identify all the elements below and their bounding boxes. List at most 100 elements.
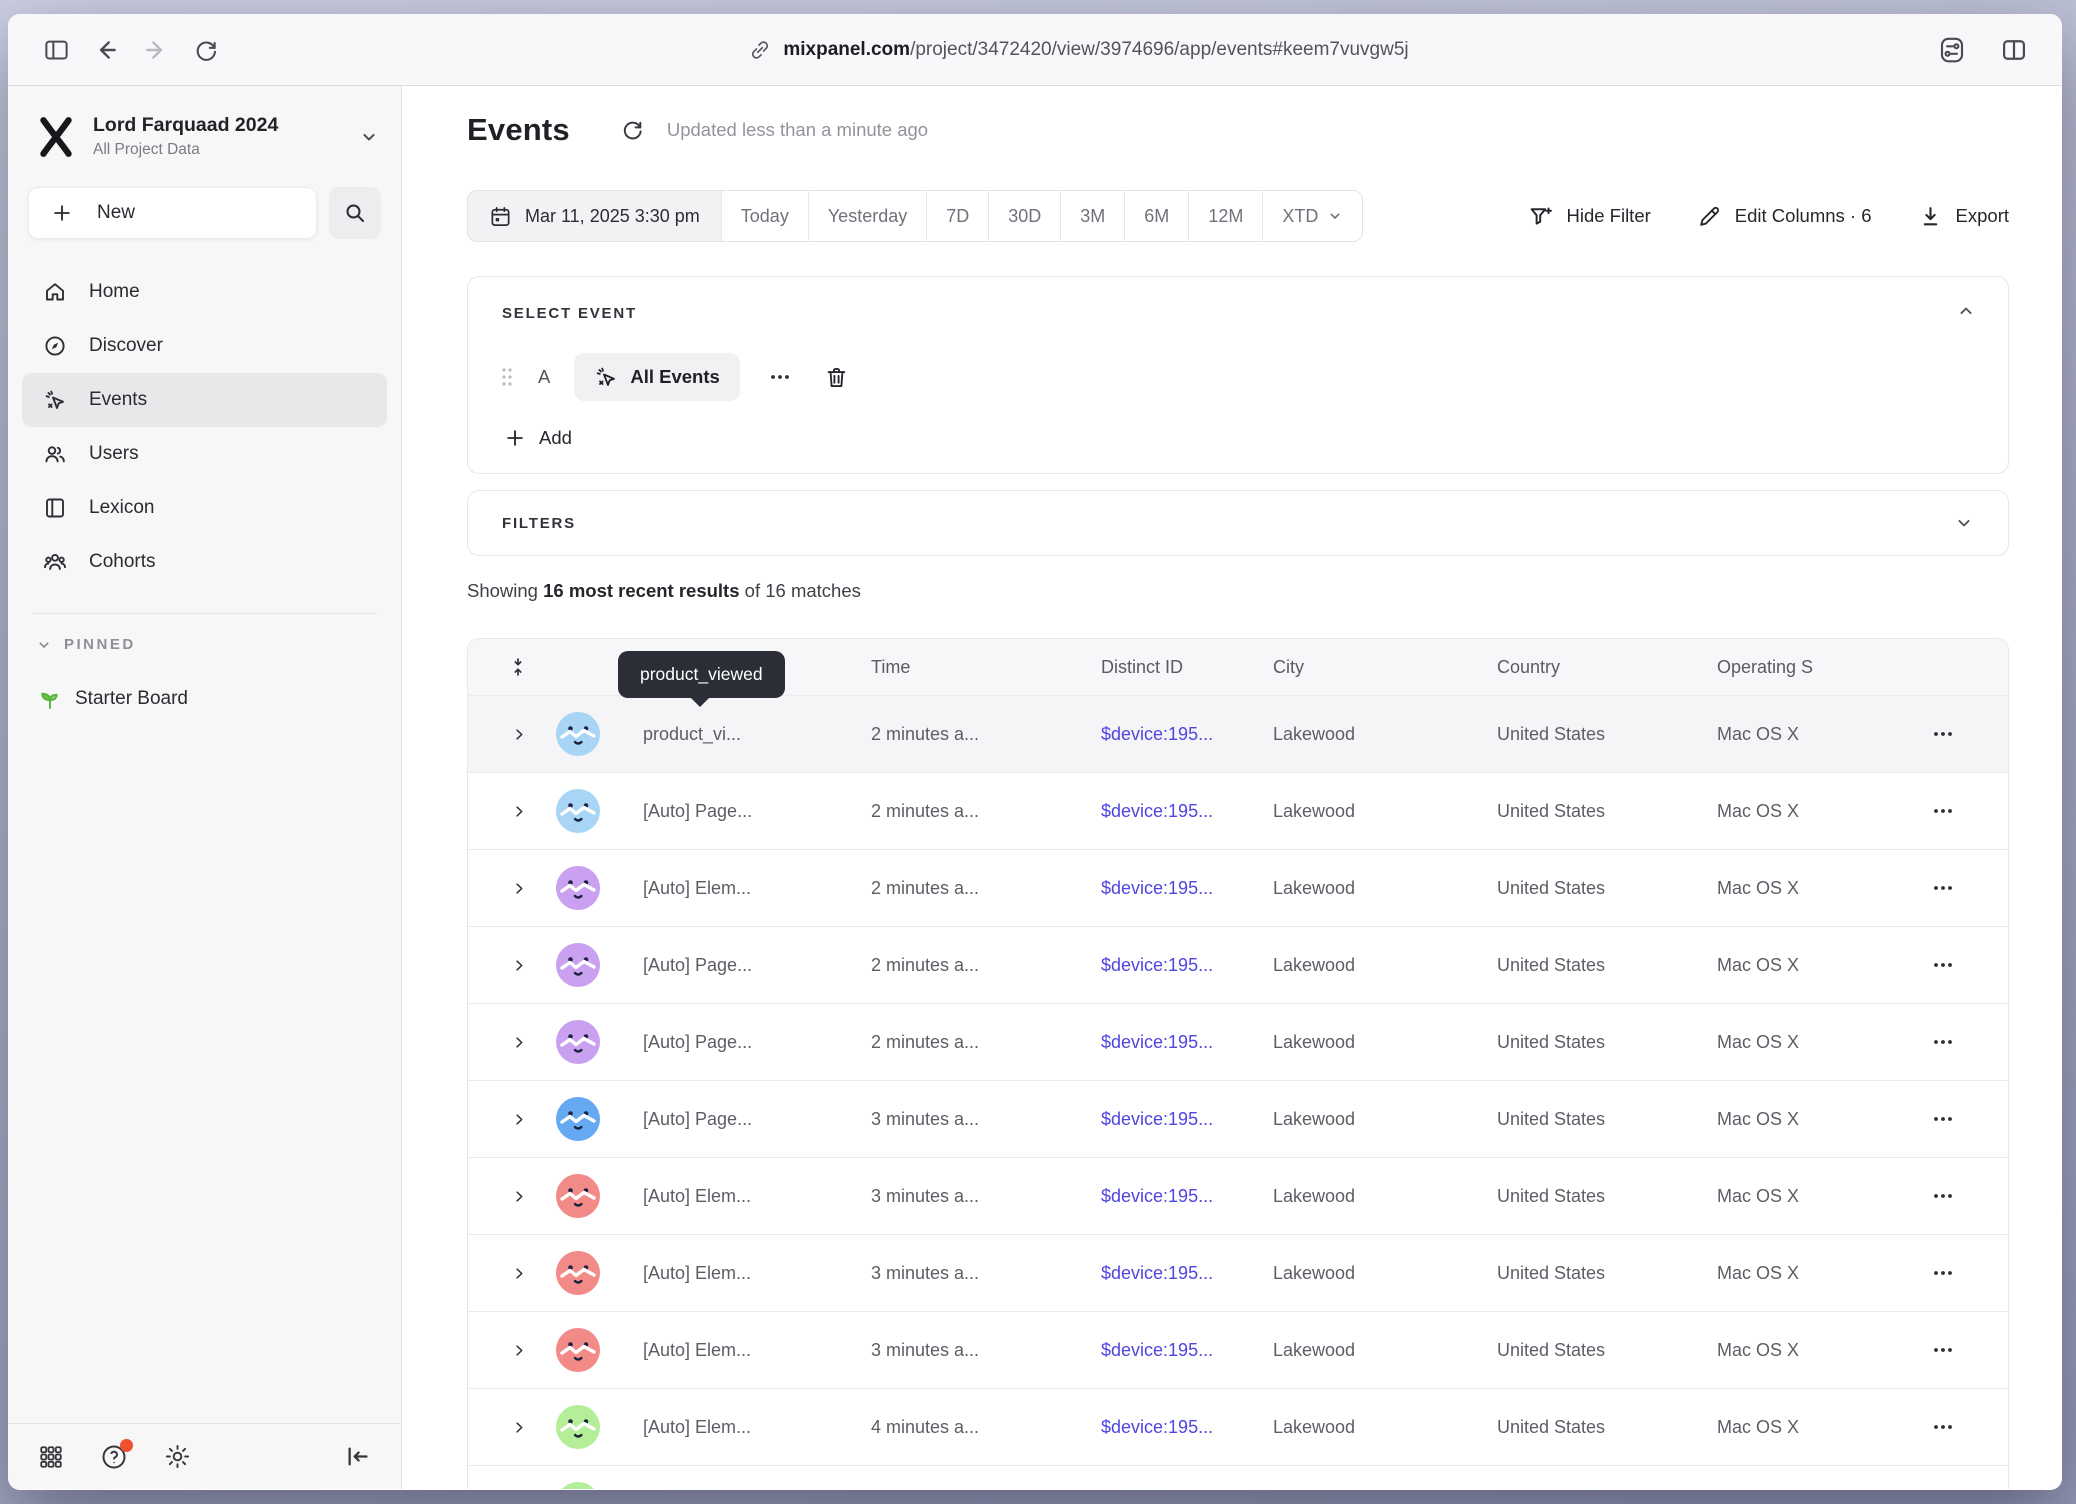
browser-back-icon[interactable] xyxy=(84,28,128,72)
pinned-section-header[interactable]: PINNED xyxy=(8,636,401,653)
table-row[interactable]: [Auto] Page...3 minutes a...$device:195.… xyxy=(468,1080,2008,1157)
range-7d-segment[interactable]: 7D xyxy=(926,191,988,241)
os-cell: Mac OS X xyxy=(1717,1417,1877,1438)
collapse-all-rows-icon[interactable] xyxy=(468,657,556,677)
range-xtd-segment[interactable]: XTD xyxy=(1262,191,1362,241)
column-header-city[interactable]: City xyxy=(1273,657,1497,678)
column-header-time[interactable]: Time xyxy=(871,657,1101,678)
table-row[interactable]: [Auto] Elem...3 minutes a...$device:195.… xyxy=(468,1311,2008,1388)
distinct-id-link[interactable]: $device:195... xyxy=(1101,724,1273,745)
row-actions-icon[interactable] xyxy=(1877,1107,2008,1131)
row-actions-icon[interactable] xyxy=(1877,1030,2008,1054)
table-row[interactable]: [Auto] Page...2 minutes a...$device:195.… xyxy=(468,772,2008,849)
sidebar-item-cohorts[interactable]: Cohorts xyxy=(22,535,387,589)
range-today-segment[interactable]: Today xyxy=(721,191,808,241)
table-row[interactable] xyxy=(468,1465,2008,1489)
range-12m-segment[interactable]: 12M xyxy=(1188,191,1262,241)
range-6m-segment[interactable]: 6M xyxy=(1124,191,1188,241)
table-row[interactable]: [Auto] Page...2 minutes a...$device:195.… xyxy=(468,1003,2008,1080)
home-icon xyxy=(43,280,67,304)
apps-grid-icon[interactable] xyxy=(38,1444,64,1470)
row-actions-icon[interactable] xyxy=(1877,799,2008,823)
row-actions-icon[interactable] xyxy=(1877,1338,2008,1362)
refresh-icon[interactable] xyxy=(620,118,645,143)
sidebar-item-starter-board[interactable]: Starter Board xyxy=(8,687,401,711)
row-expand-icon[interactable] xyxy=(468,1033,556,1052)
column-header-os[interactable]: Operating S xyxy=(1717,657,1877,678)
distinct-id-link[interactable]: $device:195... xyxy=(1101,1263,1273,1284)
collapse-panel-icon[interactable] xyxy=(1956,301,1976,321)
browser-forward-icon[interactable] xyxy=(134,28,178,72)
all-events-chip[interactable]: All Events xyxy=(574,353,739,401)
distinct-id-link[interactable]: $device:195... xyxy=(1101,1186,1273,1207)
distinct-id-link[interactable]: $device:195... xyxy=(1101,1340,1273,1361)
help-icon[interactable] xyxy=(100,1443,128,1471)
range-3m-segment[interactable]: 3M xyxy=(1060,191,1124,241)
distinct-id-link[interactable]: $device:195... xyxy=(1101,801,1273,822)
address-bar[interactable]: mixpanel.com/project/3472420/view/397469… xyxy=(234,39,1924,61)
collapse-sidebar-icon[interactable] xyxy=(344,1443,371,1470)
os-cell: Mac OS X xyxy=(1717,1340,1877,1361)
column-header-country[interactable]: Country xyxy=(1497,657,1717,678)
project-switcher[interactable]: Lord Farquaad 2024 All Project Data xyxy=(8,108,401,165)
city-cell: Lakewood xyxy=(1273,1417,1497,1438)
delete-event-icon[interactable] xyxy=(820,361,853,394)
sidebar-item-users[interactable]: Users xyxy=(22,427,387,481)
distinct-id-link[interactable]: $device:195... xyxy=(1101,878,1273,899)
url-path: /project/3472420/view/3974696/app/events… xyxy=(910,39,1409,60)
browser-reload-icon[interactable] xyxy=(184,28,228,72)
project-subtitle: All Project Data xyxy=(93,141,341,159)
row-expand-icon[interactable] xyxy=(468,1110,556,1129)
browser-split-view-icon[interactable] xyxy=(1992,28,2036,72)
row-actions-icon[interactable] xyxy=(1877,953,2008,977)
date-picker-segment[interactable]: Mar 11, 2025 3:30 pm xyxy=(468,191,721,241)
row-expand-icon[interactable] xyxy=(468,1341,556,1360)
row-expand-icon[interactable] xyxy=(468,956,556,975)
row-expand-icon[interactable] xyxy=(468,879,556,898)
distinct-id-link[interactable]: $device:195... xyxy=(1101,1109,1273,1130)
row-expand-icon[interactable] xyxy=(468,1418,556,1437)
add-event-button[interactable]: Add xyxy=(504,427,572,449)
country-cell: United States xyxy=(1497,801,1717,822)
hide-filter-label: Hide Filter xyxy=(1566,205,1650,227)
table-row[interactable]: [Auto] Elem...3 minutes a...$device:195.… xyxy=(468,1234,2008,1311)
table-row[interactable]: [Auto] Page...2 minutes a...$device:195.… xyxy=(468,926,2008,1003)
table-row[interactable]: [Auto] Elem...4 minutes a...$device:195.… xyxy=(468,1388,2008,1465)
row-actions-icon[interactable] xyxy=(1877,876,2008,900)
table-row[interactable]: [Auto] Elem...3 minutes a...$device:195.… xyxy=(468,1157,2008,1234)
edit-columns-button[interactable]: Edit Columns · 6 xyxy=(1697,204,1872,229)
browser-extensions-icon[interactable] xyxy=(1930,28,1974,72)
distinct-id-link[interactable]: $device:195... xyxy=(1101,1032,1273,1053)
row-actions-icon[interactable] xyxy=(1877,1415,2008,1439)
settings-gear-icon[interactable] xyxy=(164,1443,191,1470)
sidebar-item-events[interactable]: Events xyxy=(22,373,387,427)
sidebar-item-discover[interactable]: Discover xyxy=(22,319,387,373)
plus-icon xyxy=(504,427,526,449)
expand-panel-icon[interactable] xyxy=(1954,513,1974,533)
event-options-icon[interactable] xyxy=(764,361,796,393)
hide-filter-button[interactable]: Hide Filter xyxy=(1528,204,1650,229)
xtd-label: XTD xyxy=(1282,206,1318,227)
browser-sidebar-toggle-icon[interactable] xyxy=(34,28,78,72)
calendar-icon xyxy=(489,205,512,228)
row-expand-icon[interactable] xyxy=(468,1264,556,1283)
new-button[interactable]: New xyxy=(28,187,317,239)
range-yesterday-segment[interactable]: Yesterday xyxy=(808,191,926,241)
add-label: Add xyxy=(539,427,572,449)
range-30d-segment[interactable]: 30D xyxy=(988,191,1060,241)
row-expand-icon[interactable] xyxy=(468,1187,556,1206)
search-button[interactable] xyxy=(329,187,381,239)
distinct-id-link[interactable]: $device:195... xyxy=(1101,1417,1273,1438)
distinct-id-link[interactable]: $device:195... xyxy=(1101,955,1273,976)
export-button[interactable]: Export xyxy=(1918,204,2009,229)
drag-handle-icon[interactable] xyxy=(500,366,514,388)
row-actions-icon[interactable] xyxy=(1877,1184,2008,1208)
row-expand-icon[interactable] xyxy=(468,725,556,744)
sidebar-item-home[interactable]: Home xyxy=(22,265,387,319)
column-header-distinct-id[interactable]: Distinct ID xyxy=(1101,657,1273,678)
row-actions-icon[interactable] xyxy=(1877,722,2008,746)
table-row[interactable]: [Auto] Elem...2 minutes a...$device:195.… xyxy=(468,849,2008,926)
row-actions-icon[interactable] xyxy=(1877,1261,2008,1285)
sidebar-item-lexicon[interactable]: Lexicon xyxy=(22,481,387,535)
row-expand-icon[interactable] xyxy=(468,802,556,821)
